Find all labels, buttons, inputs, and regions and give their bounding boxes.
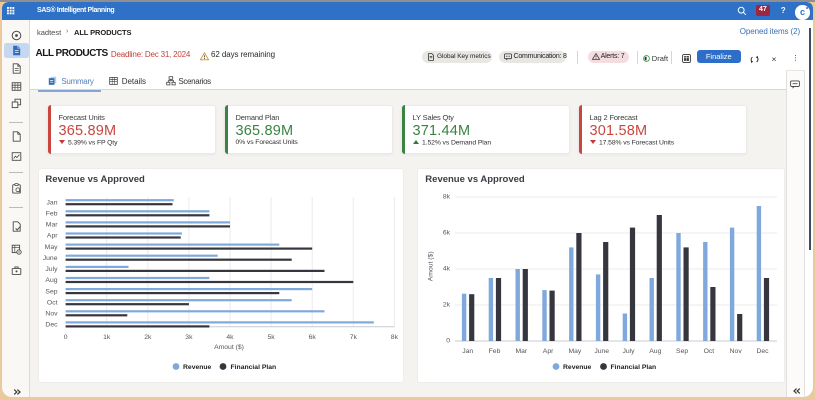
svg-text:5k: 5k (268, 334, 276, 341)
svg-text:Aug: Aug (45, 277, 57, 284)
svg-text:July: July (623, 347, 636, 354)
svg-text:Nov: Nov (730, 347, 743, 354)
svg-text:Sep: Sep (676, 347, 688, 354)
svg-text:Revenue: Revenue (183, 364, 212, 371)
svg-text:May: May (569, 347, 582, 354)
svg-text:Dec: Dec (45, 321, 58, 328)
svg-text:Aug: Aug (650, 347, 662, 354)
svg-text:3k: 3k (185, 334, 193, 341)
svg-text:Amout ($): Amout ($) (214, 344, 244, 351)
svg-text:Dec: Dec (757, 347, 770, 354)
svg-text:Mar: Mar (516, 347, 528, 354)
svg-text:July: July (45, 266, 58, 273)
svg-text:Nov: Nov (45, 310, 58, 317)
svg-text:Financial Plan: Financial Plan (611, 364, 657, 371)
svg-text:1k: 1k (103, 334, 111, 341)
svg-text:Oct: Oct (704, 347, 715, 354)
svg-text:June: June (43, 255, 58, 262)
svg-text:6k: 6k (309, 334, 317, 341)
svg-text:May: May (45, 243, 58, 250)
svg-text:6k: 6k (443, 229, 451, 236)
svg-text:Sep: Sep (45, 288, 57, 295)
svg-text:Feb: Feb (46, 210, 58, 217)
svg-text:Apr: Apr (47, 232, 58, 239)
svg-text:8k: 8k (443, 193, 451, 200)
svg-text:7k: 7k (350, 334, 358, 341)
svg-text:Apr: Apr (543, 347, 554, 354)
svg-text:Jan: Jan (463, 347, 474, 354)
svg-text:Oct: Oct (47, 299, 58, 306)
svg-text:Amout ($): Amout ($) (428, 251, 435, 281)
svg-text:4k: 4k (443, 265, 451, 272)
svg-text:4k: 4k (226, 334, 234, 341)
svg-text:0: 0 (64, 334, 68, 341)
svg-text:June: June (595, 347, 610, 354)
svg-text:2k: 2k (443, 301, 451, 308)
svg-text:8k: 8k (391, 334, 399, 341)
svg-text:Financial Plan: Financial Plan (231, 364, 277, 371)
svg-text:2k: 2k (144, 334, 152, 341)
svg-text:Jan: Jan (47, 199, 58, 206)
svg-text:Feb: Feb (489, 347, 501, 354)
svg-text:0: 0 (447, 337, 451, 344)
svg-text:Revenue: Revenue (563, 364, 592, 371)
svg-text:Mar: Mar (46, 221, 58, 228)
